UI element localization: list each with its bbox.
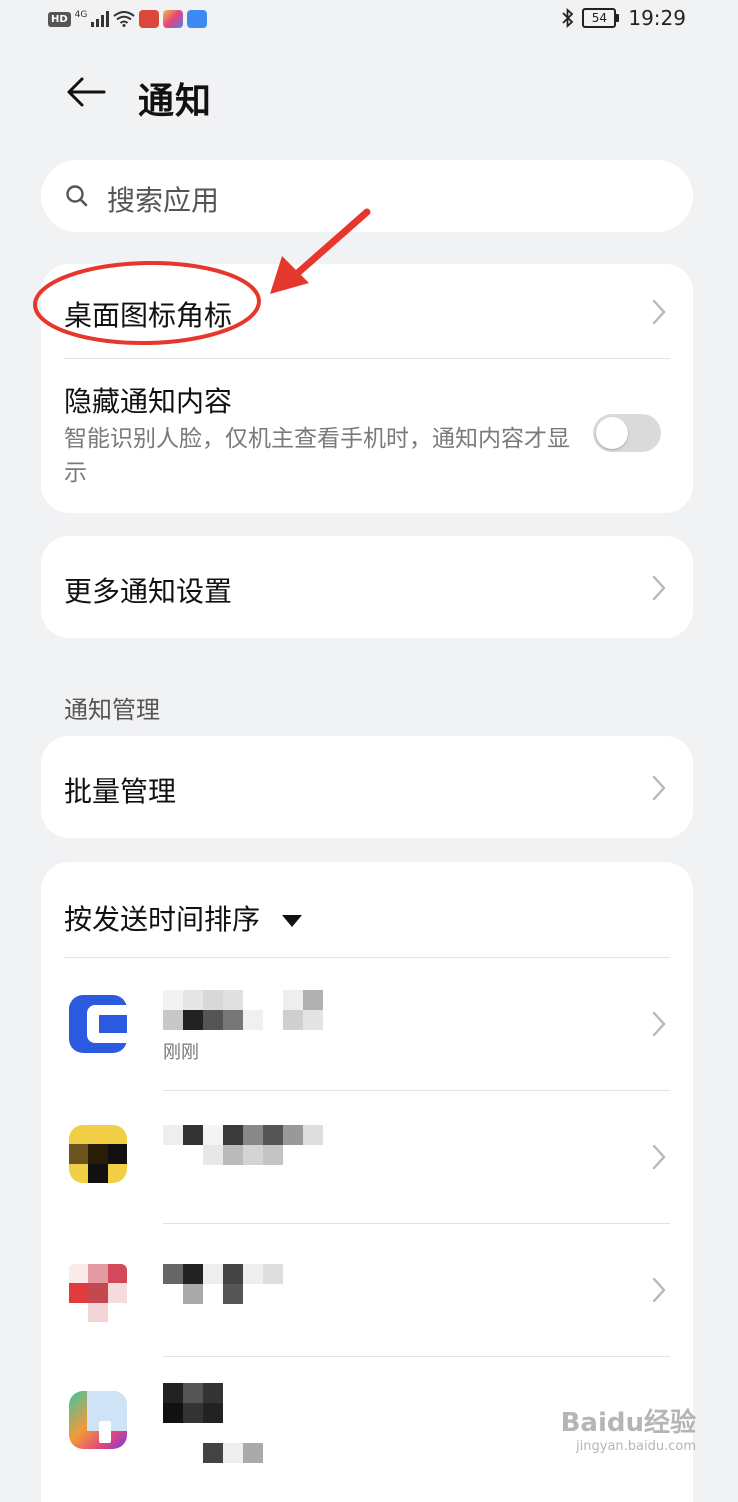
notification-app-icon-red — [139, 10, 160, 28]
chevron-right-icon — [652, 1277, 666, 1303]
wifi-icon — [113, 11, 135, 27]
hd-indicator: HD — [48, 11, 71, 27]
pixelated-app-name — [163, 1383, 343, 1463]
search-icon — [66, 185, 88, 207]
chevron-right-icon — [652, 299, 666, 325]
hide-content-toggle[interactable] — [593, 414, 661, 452]
more-settings-card[interactable]: 更多通知设置 — [41, 536, 693, 638]
notification-app-icon-multicolor — [163, 10, 184, 28]
divider — [64, 358, 670, 359]
status-bar: HD 4G 54 19:29 — [0, 0, 738, 38]
status-left: HD 4G — [48, 8, 208, 30]
badge-row-label: 桌面图标角标 — [64, 299, 233, 332]
pixelated-app-name — [163, 990, 343, 1030]
back-button[interactable] — [64, 70, 108, 114]
app-gradient-icon — [69, 1391, 127, 1449]
section-label-management: 通知管理 — [64, 696, 160, 724]
more-settings-label: 更多通知设置 — [64, 575, 233, 608]
app-red-icon — [69, 1264, 127, 1322]
chevron-right-icon — [652, 575, 666, 601]
watermark-url: jingyan.baidu.com — [576, 1439, 696, 1454]
chevron-right-icon — [652, 775, 666, 801]
status-right: 54 19:29 — [562, 6, 686, 30]
badge-row[interactable]: 桌面图标角标 — [41, 264, 693, 358]
bluetooth-icon — [562, 8, 574, 28]
page-title: 通知 — [138, 81, 213, 122]
signal-icon — [91, 11, 110, 27]
app-subtitle: 刚刚 — [163, 1042, 199, 1063]
app-blue-icon — [69, 995, 127, 1053]
app-row[interactable] — [41, 1091, 693, 1223]
hide-content-description: 智能识别人脸，仅机主查看手机时，通知内容才显示 — [64, 426, 570, 486]
app-yellow-icon — [69, 1125, 127, 1183]
battery-icon: 54 — [582, 8, 620, 28]
chevron-right-icon — [652, 1011, 666, 1037]
search-bar[interactable]: 搜索应用 — [41, 160, 693, 232]
clock: 19:29 — [628, 6, 686, 30]
watermark-logo: Baidu经验 jingyan.baidu.com — [561, 1402, 696, 1454]
cloud-icon — [187, 10, 208, 28]
settings-card-badges: 桌面图标角标 隐藏通知内容 智能识别人脸，仅机主查看手机时，通知内容才显示 — [41, 264, 693, 513]
watermark-brand: Baidu经验 — [560, 1408, 696, 1438]
app-row[interactable] — [41, 1224, 693, 1356]
chevron-right-icon — [652, 1144, 666, 1170]
batch-manage-label: 批量管理 — [64, 775, 177, 808]
pixelated-app-name — [163, 1264, 343, 1304]
search-placeholder: 搜索应用 — [107, 184, 220, 217]
sort-dropdown[interactable]: 按发送时间排序 — [64, 898, 303, 938]
back-arrow-icon — [67, 77, 106, 107]
app-row[interactable]: 刚刚 — [41, 958, 693, 1090]
dropdown-arrow-icon — [282, 915, 303, 927]
toggle-knob — [596, 417, 628, 449]
hide-content-title: 隐藏通知内容 — [64, 385, 233, 418]
sort-label: 按发送时间排序 — [64, 903, 261, 936]
batch-manage-card[interactable]: 批量管理 — [41, 736, 693, 838]
network-type: 4G — [74, 10, 88, 20]
pixelated-app-name — [163, 1125, 343, 1165]
